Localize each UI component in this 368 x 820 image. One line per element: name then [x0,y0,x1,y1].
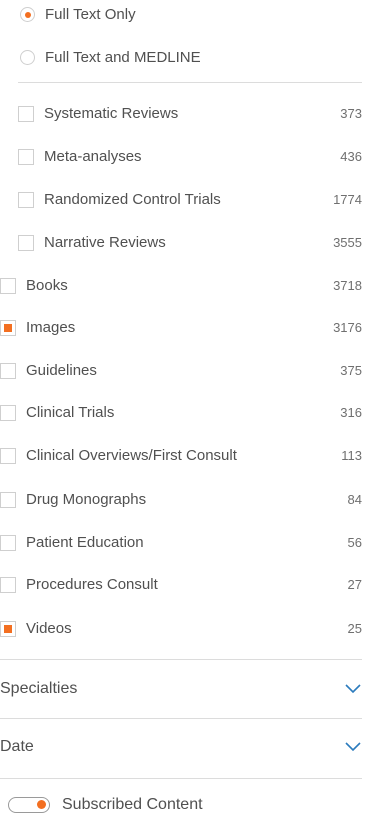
filter-count: 436 [340,149,362,164]
checkbox[interactable] [0,447,16,464]
filter-clinical-trials[interactable]: Clinical Trials 316 [0,404,368,421]
filter-label: Systematic Reviews [44,105,179,122]
radio-full-text-and-medline[interactable]: Full Text and MEDLINE [20,49,368,66]
radio-button[interactable] [20,7,35,22]
radio-button[interactable] [20,50,35,65]
filter-label: Videos [26,620,72,637]
filter-count: 373 [340,106,362,121]
chevron-down-icon[interactable] [345,742,361,752]
filter-count: 316 [340,405,362,420]
checkbox-checked-mark [4,323,12,332]
filter-narrative-reviews[interactable]: Narrative Reviews 3555 [18,234,368,251]
filter-procedures-consult[interactable]: Procedures Consult 27 [0,576,368,593]
checkbox[interactable] [18,191,34,208]
filter-systematic-reviews[interactable]: Systematic Reviews 373 [18,105,368,122]
checkbox-checked-mark [4,624,12,633]
checkbox[interactable] [0,277,16,294]
filter-guidelines[interactable]: Guidelines 375 [0,362,368,379]
filter-label: Books [26,277,68,294]
filter-count: 3718 [333,278,362,293]
filter-label: Guidelines [26,362,97,379]
filter-label: Patient Education [26,534,144,551]
filter-books[interactable]: Books 3718 [0,277,368,294]
filter-label: Clinical Overviews/First Consult [26,447,237,464]
checkbox[interactable] [0,319,16,336]
chevron-down-icon[interactable] [345,684,361,694]
filter-label: Randomized Control Trials [44,191,221,208]
filter-count: 375 [340,363,362,378]
filter-meta-analyses[interactable]: Meta-analyses 436 [18,148,368,165]
filter-label: Procedures Consult [26,576,158,593]
checkbox[interactable] [0,362,16,379]
radio-full-text-only[interactable]: Full Text Only [20,6,368,23]
filter-images[interactable]: Images 3176 [0,319,368,336]
toggle-switch[interactable] [8,797,50,813]
divider [0,718,362,719]
subscribed-content-toggle[interactable]: Subscribed Content [8,796,368,814]
checkbox[interactable] [0,534,16,551]
divider [18,82,362,83]
filter-count: 25 [347,621,362,636]
radio-label: Full Text and MEDLINE [45,49,201,66]
toggle-label: Subscribed Content [62,796,203,813]
checkbox[interactable] [0,620,16,637]
section-title: Date [0,738,34,755]
radio-selected-dot [24,11,31,18]
filter-label: Clinical Trials [26,404,115,421]
checkbox[interactable] [0,576,16,593]
radio-label: Full Text Only [45,6,136,23]
filter-count: 27 [347,577,362,592]
filter-label: Narrative Reviews [44,234,166,251]
checkbox[interactable] [0,491,16,508]
section-date[interactable]: Date [0,738,368,756]
filter-videos[interactable]: Videos 25 [0,620,368,637]
filter-clinical-overviews[interactable]: Clinical Overviews/First Consult 113 [0,447,368,464]
section-title: Specialties [0,680,78,697]
filter-count: 56 [347,535,362,550]
divider [0,659,362,660]
filter-count: 3176 [333,320,362,335]
checkbox[interactable] [0,404,16,421]
toggle-knob [37,800,46,809]
checkbox[interactable] [18,105,34,122]
checkbox[interactable] [18,234,34,251]
filter-count: 84 [347,492,362,507]
section-specialties[interactable]: Specialties [0,680,368,698]
filter-label: Images [26,319,76,336]
filter-count: 1774 [333,192,362,207]
filter-label: Drug Monographs [26,491,147,508]
filter-randomized-control-trials[interactable]: Randomized Control Trials 1774 [18,191,368,208]
filter-label: Meta-analyses [44,148,142,165]
filter-patient-education[interactable]: Patient Education 56 [0,534,368,551]
divider [0,778,362,779]
filter-count: 3555 [333,235,362,250]
filter-count: 113 [341,448,362,463]
checkbox[interactable] [18,148,34,165]
filter-drug-monographs[interactable]: Drug Monographs 84 [0,491,368,508]
